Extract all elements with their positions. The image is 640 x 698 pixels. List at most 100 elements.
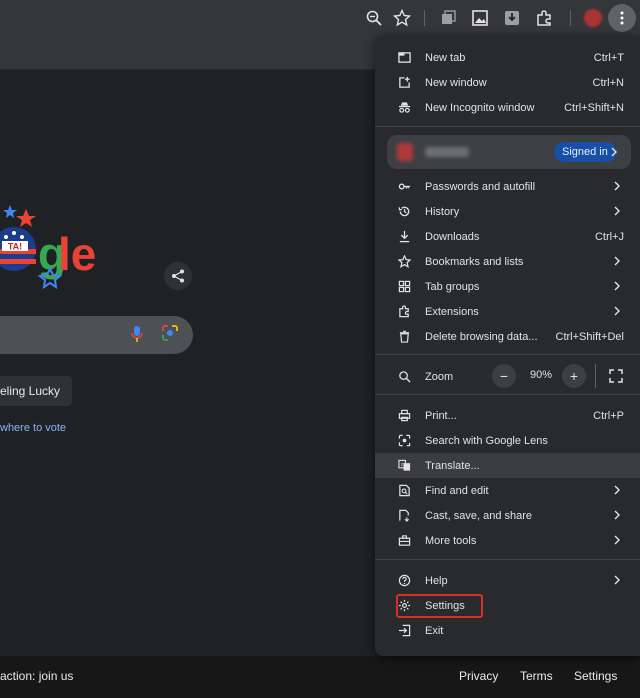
menu-item-history[interactable]: History	[375, 199, 640, 224]
menu-item-label: Translate...	[425, 459, 480, 472]
menu-item-label: More tools	[425, 534, 477, 547]
zoom-icon[interactable]	[364, 8, 384, 28]
menu-item-shortcut: Ctrl+Shift+Del	[555, 330, 624, 343]
menu-divider	[375, 354, 640, 355]
profile-name	[425, 147, 469, 157]
signed-in-badge: Signed in	[554, 142, 616, 162]
menu-item-label: Exit	[425, 624, 444, 637]
fullscreen-icon[interactable]	[608, 368, 624, 384]
find-icon	[397, 483, 412, 498]
mic-icon[interactable]	[130, 325, 144, 343]
menu-item-shortcut: Ctrl+P	[593, 409, 624, 422]
chevron-right-icon	[611, 147, 617, 157]
menu-item-help[interactable]: Help	[375, 568, 640, 593]
menu-item-extensions[interactable]: Extensions	[375, 299, 640, 324]
svg-text:TA!: TA!	[8, 242, 22, 252]
menu-item-shortcut: Ctrl+T	[593, 51, 624, 64]
footer-settings-link[interactable]: Settings	[574, 669, 617, 683]
print-icon	[397, 408, 412, 423]
menu-item-label: New Incognito window	[425, 101, 535, 114]
lens-icon[interactable]	[161, 324, 179, 342]
menu-divider	[375, 126, 640, 127]
menu-item-label: Help	[425, 574, 448, 587]
profile-avatar	[397, 143, 413, 161]
tab-search-icon[interactable]	[438, 8, 458, 28]
extensions-icon	[397, 304, 412, 319]
zoom-in-button[interactable]: +	[562, 364, 586, 388]
trash-icon	[397, 329, 412, 344]
menu-item-new-window[interactable]: New window Ctrl+N	[375, 70, 640, 95]
menu-item-more-tools[interactable]: More tools	[375, 528, 640, 553]
share-icon	[172, 269, 184, 283]
menu-item-label: Downloads	[425, 230, 480, 243]
help-icon	[397, 573, 412, 588]
menu-item-label: Tab groups	[425, 280, 480, 293]
kebab-menu-icon[interactable]	[608, 4, 636, 32]
menu-item-new-tab[interactable]: New tab Ctrl+T	[375, 45, 640, 70]
footer-privacy-link[interactable]: Privacy	[459, 669, 498, 683]
cast-save-icon	[397, 508, 412, 523]
star-icon[interactable]	[392, 8, 412, 28]
menu-divider	[375, 559, 640, 560]
footer-promo-text[interactable]: action: join us	[0, 669, 73, 683]
menu-item-label: Extensions	[425, 305, 479, 318]
menu-item-new-incognito[interactable]: New Incognito window Ctrl+Shift+N	[375, 95, 640, 120]
chevron-right-icon	[614, 281, 620, 291]
browser-toolbar	[0, 0, 640, 36]
menu-item-label: History	[425, 205, 460, 218]
where-to-vote-link[interactable]: where to vote	[0, 422, 66, 434]
menu-item-bookmarks[interactable]: Bookmarks and lists	[375, 249, 640, 274]
tab-groups-icon	[397, 279, 412, 294]
zoom-out-button[interactable]: −	[492, 364, 516, 388]
new-window-icon	[397, 75, 412, 90]
menu-item-downloads[interactable]: Downloads Ctrl+J	[375, 224, 640, 249]
page-footer: action: join us Privacy Terms Settings	[0, 656, 640, 698]
menu-item-passwords[interactable]: Passwords and autofill	[375, 174, 640, 199]
zoom-divider	[595, 364, 596, 388]
lens-icon	[397, 433, 412, 448]
footer-terms-link[interactable]: Terms	[520, 669, 553, 683]
menu-item-translate[interactable]: G Translate...	[375, 453, 640, 478]
chevron-right-icon	[614, 206, 620, 216]
extensions-icon[interactable]	[534, 8, 554, 28]
svg-text:le: le	[58, 228, 96, 280]
avatar[interactable]	[584, 9, 602, 27]
menu-item-label: Cast, save, and share	[425, 509, 533, 522]
svg-text:G: G	[401, 462, 405, 467]
menu-divider	[375, 394, 640, 395]
share-button[interactable]	[164, 262, 192, 290]
menu-item-label: Find and edit	[425, 484, 489, 497]
chevron-right-icon	[614, 181, 620, 191]
feeling-lucky-button[interactable]: eeling Lucky	[0, 376, 72, 406]
exit-icon	[397, 623, 412, 638]
menu-item-label: Passwords and autofill	[425, 180, 536, 193]
download-icon	[397, 229, 412, 244]
menu-item-print[interactable]: Print... Ctrl+P	[375, 403, 640, 428]
image-icon[interactable]	[470, 8, 490, 28]
menu-item-shortcut: Ctrl+Shift+N	[564, 101, 624, 114]
menu-item-label: New window	[425, 76, 487, 89]
menu-item-exit[interactable]: Exit	[375, 618, 640, 643]
menu-item-google-lens[interactable]: Search with Google Lens	[375, 428, 640, 453]
menu-item-label: Delete browsing data...	[425, 330, 538, 343]
settings-highlight-box	[396, 594, 483, 618]
incognito-icon	[397, 100, 412, 115]
download-icon[interactable]	[502, 8, 522, 28]
profile-row[interactable]: Signed in	[387, 135, 631, 169]
menu-item-find-edit[interactable]: Find and edit	[375, 478, 640, 503]
menu-item-tab-groups[interactable]: Tab groups	[375, 274, 640, 299]
menu-item-cast-save-share[interactable]: Cast, save, and share	[375, 503, 640, 528]
translate-icon: G	[397, 458, 412, 473]
menu-item-label: Search with Google Lens	[425, 434, 548, 447]
history-icon	[397, 204, 412, 219]
zoom-icon	[397, 369, 412, 384]
google-doodle-logo[interactable]: TA! g le	[0, 205, 96, 295]
chevron-right-icon	[614, 535, 620, 545]
zoom-level: 90%	[529, 369, 553, 381]
chevron-right-icon	[614, 575, 620, 585]
menu-item-delete-browsing-data[interactable]: Delete browsing data... Ctrl+Shift+Del	[375, 324, 640, 349]
toolbar-divider	[570, 10, 571, 26]
key-icon	[397, 179, 412, 194]
menu-item-shortcut: Ctrl+N	[592, 76, 624, 89]
menu-item-label: Print...	[425, 409, 457, 422]
